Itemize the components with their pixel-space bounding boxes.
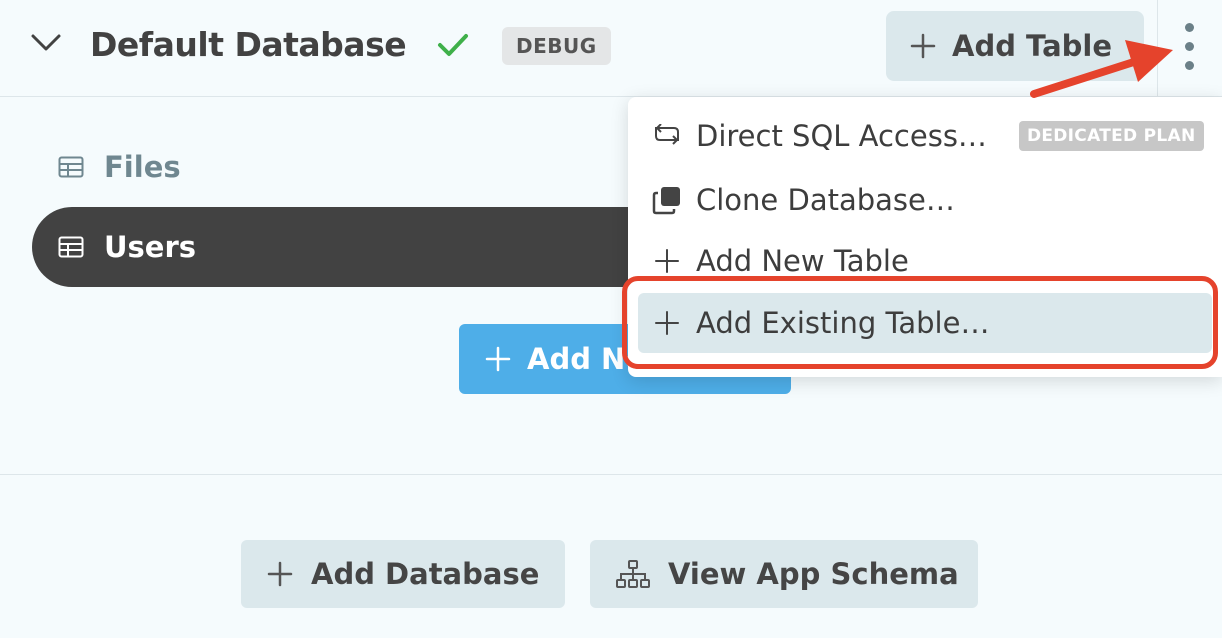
add-database-button[interactable]: Add Database bbox=[241, 540, 565, 608]
menu-item-clone-database[interactable]: Clone Database… bbox=[628, 169, 1222, 231]
more-options-button[interactable] bbox=[1157, 0, 1222, 97]
debug-badge: DEBUG bbox=[502, 27, 611, 65]
menu-item-add-existing-table[interactable]: Add Existing Table… bbox=[638, 293, 1212, 353]
table-icon bbox=[58, 236, 84, 258]
menu-item-add-new-table[interactable]: Add New Table bbox=[628, 230, 1222, 292]
view-app-schema-button[interactable]: View App Schema bbox=[590, 540, 978, 608]
plus-icon bbox=[485, 346, 511, 372]
check-icon bbox=[438, 34, 468, 56]
table-item-files[interactable]: Files bbox=[32, 127, 732, 207]
table-item-label: Users bbox=[104, 230, 197, 264]
schema-tree-icon bbox=[616, 560, 650, 588]
database-options-menu: Direct SQL Access… DEDICATED PLAN Clone … bbox=[628, 97, 1222, 377]
clone-icon bbox=[652, 185, 682, 215]
plus-icon bbox=[910, 33, 936, 59]
sql-access-icon bbox=[652, 121, 682, 151]
add-table-label: Add Table bbox=[952, 29, 1113, 63]
view-app-schema-label: View App Schema bbox=[668, 557, 959, 591]
plus-icon bbox=[267, 561, 293, 587]
dedicated-plan-badge: DEDICATED PLAN bbox=[1018, 121, 1204, 151]
menu-item-label: Add Existing Table… bbox=[696, 306, 990, 340]
table-item-label: Files bbox=[104, 150, 181, 184]
table-item-users[interactable]: Users bbox=[32, 207, 732, 287]
database-header: Default Database DEBUG Add Table bbox=[0, 0, 1222, 97]
menu-item-label: Clone Database… bbox=[696, 183, 955, 217]
table-icon bbox=[58, 156, 84, 178]
database-title: Default Database bbox=[90, 25, 407, 64]
menu-item-direct-sql-access[interactable]: Direct SQL Access… DEDICATED PLAN bbox=[628, 105, 1222, 167]
menu-item-label: Direct SQL Access… bbox=[696, 119, 987, 153]
add-database-label: Add Database bbox=[311, 557, 540, 591]
chevron-down-icon[interactable] bbox=[30, 33, 62, 53]
plus-icon bbox=[652, 308, 682, 338]
plus-icon bbox=[652, 246, 682, 276]
menu-item-label: Add New Table bbox=[696, 244, 909, 278]
add-table-button[interactable]: Add Table bbox=[886, 11, 1144, 81]
